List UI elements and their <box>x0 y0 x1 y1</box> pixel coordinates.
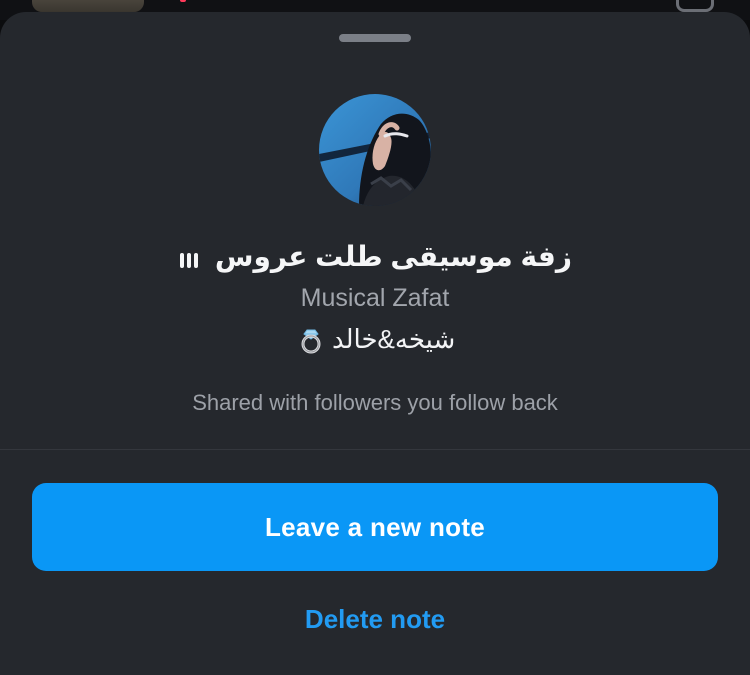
avatar <box>319 94 431 206</box>
background-heart-icon <box>180 0 186 2</box>
artist-text: شيخه&خالد <box>331 324 456 354</box>
ring-icon <box>301 329 321 354</box>
background-camera-icon <box>676 0 714 12</box>
background-thumbnail <box>32 0 144 12</box>
artist-line: شيخه&خالد <box>0 324 750 355</box>
note-bottom-sheet: زفة موسيقى طلت عروس Musical Zafat شيخه&خ… <box>0 12 750 675</box>
note-text: زفة موسيقى طلت عروس <box>214 241 572 272</box>
music-label: Musical Zafat <box>300 284 450 312</box>
note-text-line: زفة موسيقى طلت عروس <box>0 240 750 275</box>
delete-note-button[interactable]: Delete note <box>0 604 750 635</box>
audience-text: Shared with followers you follow back <box>192 390 558 415</box>
avatar-photo <box>319 94 431 206</box>
leave-new-note-button[interactable]: Leave a new note <box>32 483 718 571</box>
sheet-grabber-handle[interactable] <box>339 34 411 42</box>
divider <box>0 449 750 450</box>
music-bars-icon <box>178 243 199 275</box>
